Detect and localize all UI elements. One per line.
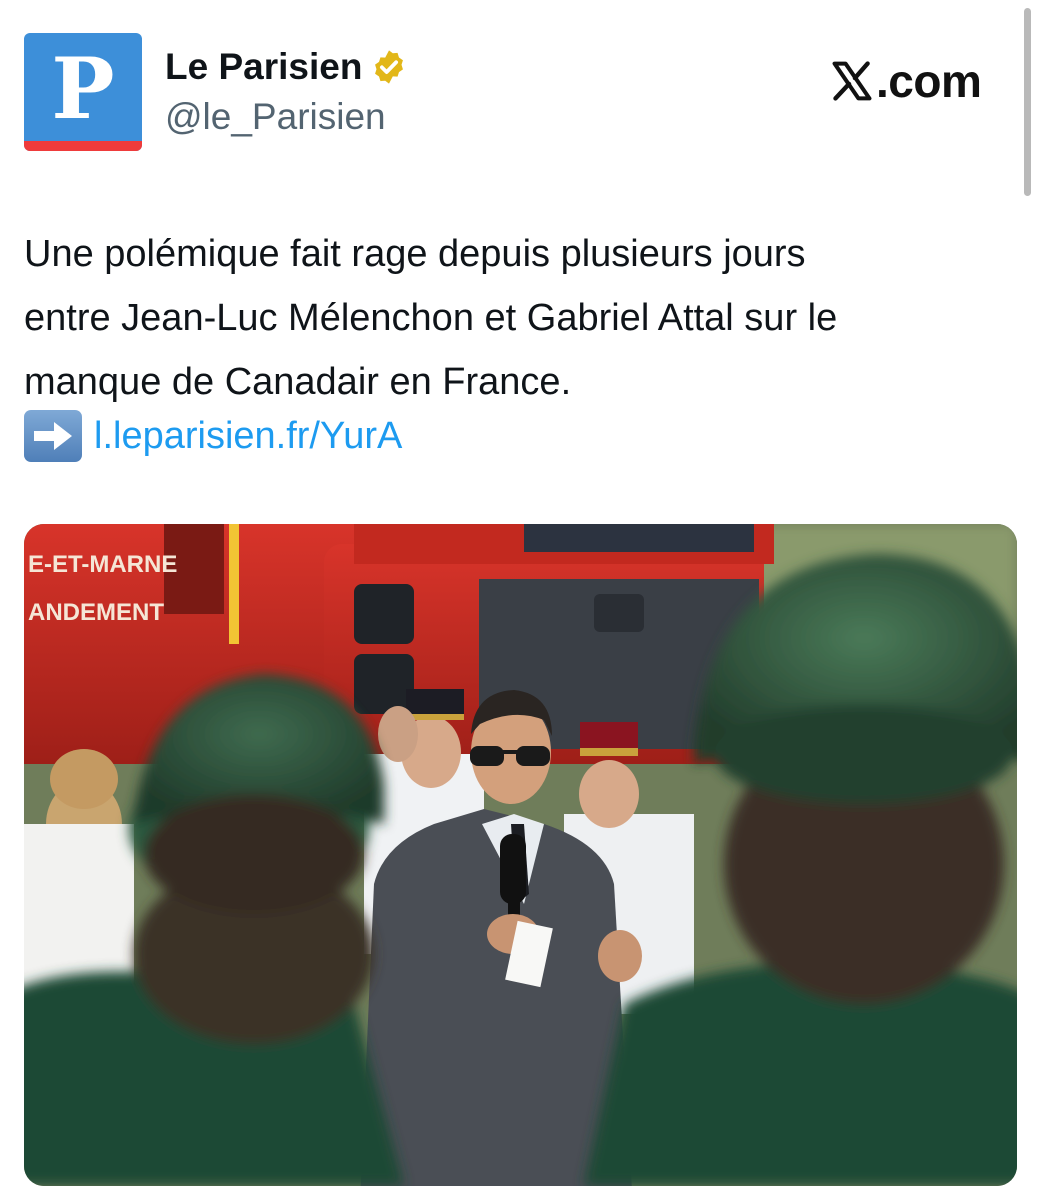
tweet-link[interactable]: l.leparisien.fr/YurA [94,404,402,468]
avatar[interactable]: P [24,33,142,151]
account-handle[interactable]: @le_Parisien [165,96,386,138]
tweet-text: Une polémique fait rage depuis plusieurs… [24,233,838,403]
account-name-row[interactable]: Le Parisien [165,46,408,88]
account-name[interactable]: Le Parisien [165,46,362,88]
scrollbar[interactable] [1024,8,1031,196]
avatar-red-stripe [24,141,142,151]
right-arrow-icon [24,410,82,462]
x-logo-icon [832,61,872,101]
tweet-link-line[interactable]: l.leparisien.fr/YurA [24,404,402,468]
tweet-photo[interactable]: E-ET-MARNE ANDEMENT [24,524,1017,1186]
photo-illustration: E-ET-MARNE ANDEMENT [24,524,1017,1186]
verified-badge-icon [375,50,404,84]
avatar-logo-letter: P [51,39,115,138]
truck-text-2: ANDEMENT [28,599,164,626]
x-com-label: .com [876,55,982,107]
x-com-wordmark: .com [830,54,982,108]
truck-text-1: E-ET-MARNE [28,551,177,578]
